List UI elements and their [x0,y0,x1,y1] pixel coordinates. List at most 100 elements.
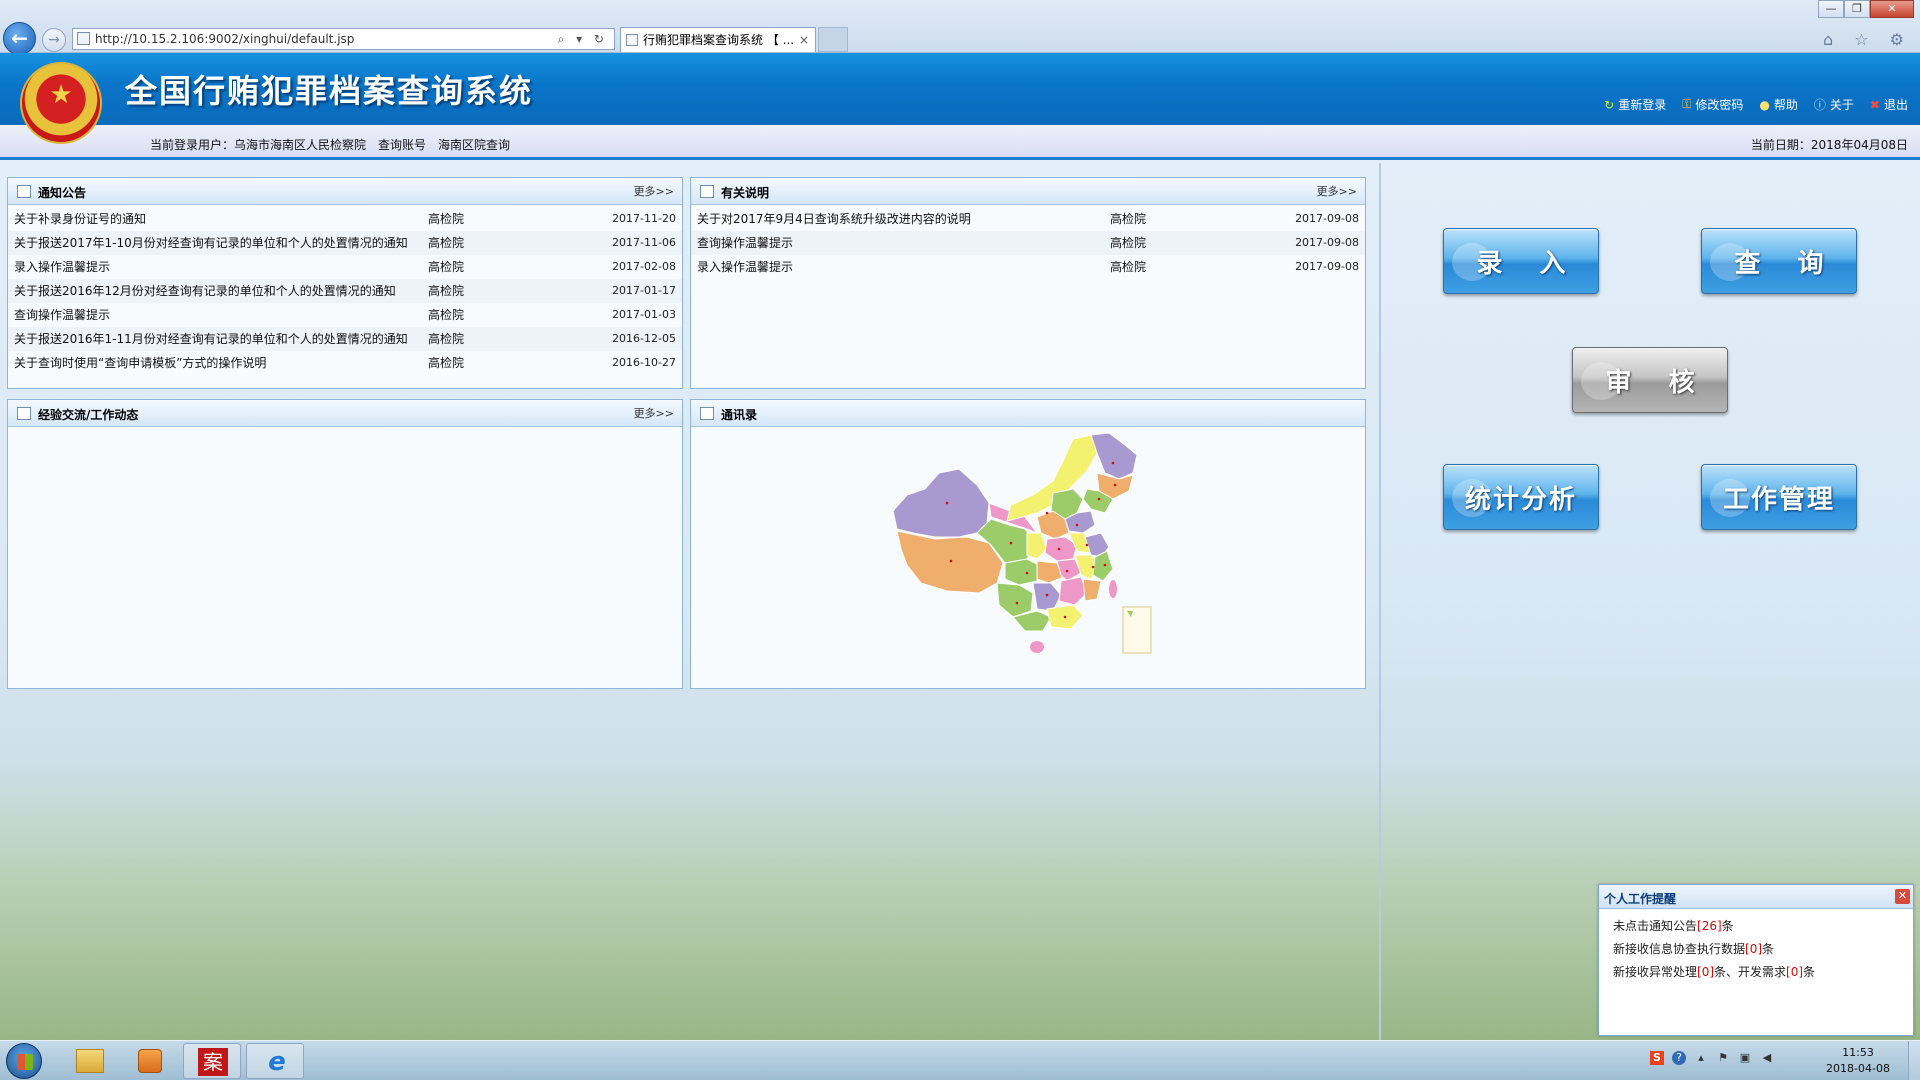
login-info-bar: 当前登录用户：乌海市海南区人民检察院 查询账号 海南区院查询 当前日期：2018… [0,125,1920,160]
reminder-unread-notices[interactable]: 未点击通知公告[26]条 [1613,915,1913,938]
window-close-button[interactable]: ✕ [1870,0,1914,18]
reminder-assist-data[interactable]: 新接收信息协查执行数据[0]条 [1613,938,1913,961]
reminder-count[interactable]: [0] [1786,965,1803,979]
about-link[interactable]: ⓘ 关于 [1814,96,1854,113]
help-link[interactable]: ● 帮助 [1759,96,1798,113]
flag-icon[interactable]: ⚑ [1716,1051,1730,1065]
item-date: 2017-09-08 [1295,236,1359,249]
tray-expand-icon[interactable]: ▴ [1694,1051,1708,1065]
review-button[interactable]: 审 核 [1572,347,1728,413]
reminder-abnormal[interactable]: 新接收异常处理[0]条、开发需求[0]条 [1613,961,1913,984]
windows-taskbar: 案 e S ? ▴ ⚑ ▣ ◀ 11:53 2018-04-08 [0,1040,1920,1080]
list-item[interactable]: 查询操作温馨提示 高检院 2017-01-03 [8,303,682,327]
work-management-button[interactable]: 工作管理 [1701,464,1857,530]
search-refresh-icons[interactable]: ⌕ ▾ ↻ [558,29,608,49]
forward-arrow-icon[interactable]: → [42,28,66,52]
list-item[interactable]: 关于报送2017年1-10月份对经查询有记录的单位和个人的处置情况的通知 高检院 2… [8,231,682,255]
reminder-count[interactable]: [0] [1697,965,1714,979]
panel-header: 经验交流/工作动态 更多>> [8,400,682,427]
more-link[interactable]: 更多>> [634,405,674,421]
network-icon[interactable]: ▣ [1738,1051,1752,1065]
item-title[interactable]: 关于查询时使用“查询申请模板”方式的操作说明 [14,351,266,375]
current-date: 当前日期：2018年04月08日 [1751,136,1908,153]
map-region[interactable] [1032,582,1062,612]
info-icon: ⓘ [1813,98,1826,112]
minimize-button[interactable]: — [1818,0,1844,18]
list-item[interactable]: 关于对2017年9月4日查询系统升级改进内容的说明 高检院 2017-09-08 [691,207,1365,231]
tab-close-icon[interactable]: × [799,28,809,52]
taskbar-internet-explorer[interactable]: e [246,1043,304,1079]
item-title[interactable]: 关于报送2017年1-10月份对经查询有记录的单位和个人的处置情况的通知 [14,231,408,255]
query-button[interactable]: 查 询 [1701,228,1857,294]
item-source: 高检院 [1110,260,1147,274]
help-tray-icon[interactable]: ? [1672,1051,1686,1065]
browser-tab[interactable]: 行贿犯罪档案查询系统 【 ... × [620,27,816,52]
list-item[interactable]: 关于补录身份证号的通知 高检院 2017-11-20 [8,207,682,231]
list-item[interactable]: 查询操作温馨提示 高检院 2017-09-08 [691,231,1365,255]
entry-button[interactable]: 录 入 [1443,228,1599,294]
item-title[interactable]: 录入操作温馨提示 [697,255,793,279]
review-char-1: 审 [1605,367,1632,398]
change-password-link[interactable]: ⚿ 修改密码 [1682,96,1743,113]
map-region[interactable] [1004,558,1040,586]
reminder-title: 个人工作提醒 [1604,892,1677,906]
map-region[interactable] [996,582,1034,618]
taskbar-explorer[interactable] [60,1043,118,1079]
url-text[interactable]: http://10.15.2.106:9002/xinghui/default.… [95,32,354,46]
item-title[interactable]: 关于报送2016年1-11月份对经查询有记录的单位和个人的处置情况的通知 [14,327,408,351]
new-tab-button[interactable] [818,27,848,52]
back-arrow-icon[interactable]: ← [3,22,36,55]
reminder-count[interactable]: [26] [1697,919,1722,933]
item-title[interactable]: 关于对2017年9月4日查询系统升级改进内容的说明 [697,207,971,231]
app-title: 全国行贿犯罪档案查询系统 [125,72,534,110]
restore-button[interactable]: ❐ [1844,0,1870,18]
list-item[interactable]: 关于报送2016年12月份对经查询有记录的单位和个人的处置情况的通知 高检院 201… [8,279,682,303]
item-title[interactable]: 录入操作温馨提示 [14,255,110,279]
show-desktop-button[interactable] [1908,1041,1920,1080]
system-clock[interactable]: 11:53 2018-04-08 [1824,1045,1892,1077]
taskbar-archive-app[interactable]: 案 [183,1043,241,1079]
volume-muted-icon[interactable]: ◀ [1760,1051,1774,1065]
map-region[interactable] [1109,580,1117,598]
list-item[interactable]: 录入操作温馨提示 高检院 2017-02-08 [8,255,682,279]
map-region[interactable] [1082,578,1102,602]
list-item[interactable]: 关于报送2016年1-11月份对经查询有记录的单位和个人的处置情况的通知 高检院 2… [8,327,682,351]
reminder-text: 新接收信息协查执行数据 [1613,942,1746,956]
reminder-count[interactable]: [0] [1745,942,1762,956]
close-icon[interactable]: ✕ [1895,889,1910,904]
china-map-svg[interactable] [887,432,1187,668]
statistics-label: 统计分析 [1464,484,1577,515]
change-password-label: 修改密码 [1695,98,1744,112]
notices-panel: 通知公告 更多>> 关于补录身份证号的通知 高检院 2017-11-20 关于报送2… [7,177,683,389]
procuratorate-emblem-icon [20,62,102,144]
map-region[interactable] [892,468,990,538]
sogou-input-icon[interactable]: S [1650,1051,1664,1065]
archive-app-icon: 案 [198,1048,228,1076]
item-title[interactable]: 关于报送2016年12月份对经查询有记录的单位和个人的处置情况的通知 [14,279,396,303]
window-controls: — ❐ ✕ [1818,0,1914,18]
map-region[interactable] [1026,532,1048,560]
taskbar-media-player[interactable] [120,1043,178,1079]
address-bar[interactable]: http://10.15.2.106:9002/xinghui/default.… [72,28,615,50]
more-link[interactable]: 更多>> [1317,183,1357,199]
map-region[interactable] [1090,432,1138,480]
relogin-link[interactable]: ↻ 重新登录 [1604,96,1666,113]
map-region[interactable] [1030,641,1044,653]
list-item[interactable]: 录入操作温馨提示 高检院 2017-09-08 [691,255,1365,279]
item-title[interactable]: 查询操作温馨提示 [14,303,110,327]
list-item[interactable]: 关于查询时使用“查询申请模板”方式的操作说明 高检院 2016-10-27 [8,351,682,375]
start-button[interactable] [6,1043,42,1079]
refresh-icon: ↻ [1604,97,1615,112]
item-title[interactable]: 查询操作温馨提示 [697,231,793,255]
more-link[interactable]: 更多>> [634,183,674,199]
statistics-button[interactable]: 统计分析 [1443,464,1599,530]
reminder-text: 条 [1762,942,1775,956]
item-title[interactable]: 关于补录身份证号的通知 [14,207,146,231]
system-tray: S ? ▴ ⚑ ▣ ◀ [1650,1051,1774,1065]
exit-link[interactable]: ✖ 退出 [1870,96,1908,113]
news-icon [17,407,31,420]
about-label: 关于 [1829,98,1854,112]
home-favorites-settings-icons[interactable]: ⌂ ☆ ⚙ [1823,30,1912,49]
china-map[interactable] [887,432,1187,668]
panel-header: 通讯录 [691,400,1365,427]
